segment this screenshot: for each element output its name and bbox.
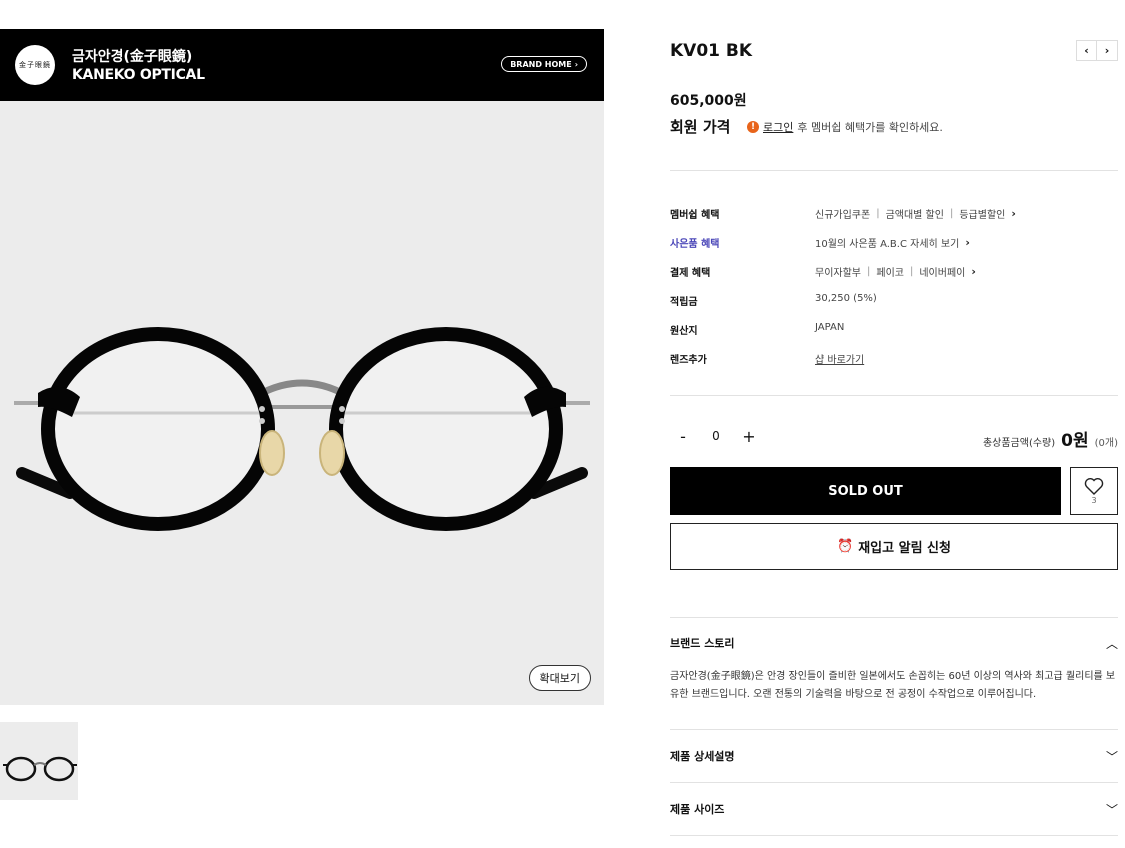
brand-logo[interactable]: 金子眼鏡	[15, 45, 55, 85]
info-item: 등급별할인	[959, 210, 1006, 221]
info-label: 사은품 혜택	[670, 239, 720, 250]
info-row: 결제 혜택 무이자할부 | 페이코 | 네이버페이 ›	[670, 259, 1118, 288]
brand-home-button[interactable]: BRAND HOME ›	[501, 56, 587, 72]
chevron-up-icon: ︿	[1105, 636, 1118, 651]
divider	[670, 170, 1118, 171]
info-value[interactable]: 10월의 사은품 A.B.C 자세히 보기 ›	[815, 235, 970, 250]
info-label: 멤버쉽 혜택	[670, 210, 720, 221]
info-label: 렌즈추가	[670, 355, 707, 366]
glasses-illustration	[14, 327, 590, 531]
product-price: 605,000원	[670, 93, 747, 109]
separator: |	[909, 266, 914, 277]
alarm-clock-icon: ⏰	[837, 539, 854, 554]
info-label: 적립금	[670, 297, 698, 308]
total-amount: 0원	[1061, 431, 1089, 451]
quantity-stepper: - 0 +	[670, 426, 762, 446]
info-item: 네이버페이	[919, 268, 966, 279]
accordion-title: 브랜드 스토리	[670, 637, 735, 650]
login-link[interactable]: 로그인	[763, 119, 793, 135]
divider	[670, 835, 1118, 836]
chevron-right-icon: ›	[971, 265, 976, 278]
zoom-button[interactable]: 확대보기	[528, 665, 591, 691]
separator: |	[876, 208, 880, 219]
info-row: 원산지 JAPAN	[670, 317, 1118, 346]
total-label: 총상품금액(수량)	[982, 438, 1056, 449]
chevron-right-icon: ›	[574, 59, 578, 69]
product-main-image[interactable]: 확대보기	[0, 101, 604, 705]
separator: |	[867, 266, 871, 277]
info-row: 적립금 30,250 (5%)	[670, 288, 1118, 317]
next-product-button[interactable]: ›	[1097, 40, 1118, 61]
wishlist-count: 3	[1091, 496, 1097, 505]
product-nav: ‹ ›	[1076, 40, 1118, 61]
info-item: JAPAN	[815, 322, 845, 333]
member-note-text: 후 멤버쉽 혜택가를 확인하세요.	[797, 121, 943, 134]
info-label: 원산지	[670, 326, 698, 337]
accordion-product-detail[interactable]: 제품 상세설명 ﹀	[670, 743, 1118, 769]
info-item: 신규가입쿠폰	[815, 210, 871, 221]
accordion-brand-story[interactable]: 브랜드 스토리 ︿	[670, 630, 1118, 656]
product-info-table: 멤버쉽 혜택 신규가입쿠폰 | 금액대별 할인 | 등급별할인 › 사은품 혜택 10월의 사은…	[670, 201, 1118, 375]
info-item: 금액대별 할인	[885, 210, 944, 221]
info-value: 30,250 (5%)	[815, 293, 877, 304]
product-title: KV01 BK	[670, 41, 753, 61]
info-row: 사은품 혜택 10월의 사은품 A.B.C 자세히 보기 ›	[670, 230, 1118, 259]
prev-product-button[interactable]: ‹	[1076, 40, 1097, 61]
chevron-left-icon: ‹	[1084, 44, 1089, 57]
sold-out-button[interactable]: SOLD OUT	[670, 467, 1061, 515]
info-value[interactable]: 무이자할부 | 페이코 | 네이버페이 ›	[815, 264, 976, 279]
accordion-title: 제품 사이즈	[670, 803, 725, 816]
chevron-down-icon: ﹀	[1105, 802, 1118, 817]
glasses-thumbnail-illustration	[3, 756, 77, 782]
divider	[670, 782, 1118, 783]
thumbnail-image[interactable]	[0, 722, 78, 800]
brand-name-korean: 금자안경(金子眼鏡)	[72, 49, 193, 65]
member-price-label: 회원 가격	[670, 118, 731, 136]
brand-name-english: KANEKO OPTICAL	[72, 67, 205, 83]
divider	[670, 729, 1118, 730]
brand-header: 金子眼鏡 금자안경(金子眼鏡) KANEKO OPTICAL BRAND HOM…	[0, 29, 604, 101]
qty-minus-button[interactable]: -	[670, 426, 696, 446]
info-row: 렌즈추가 샵 바로가기	[670, 346, 1118, 375]
info-value: JAPAN	[815, 322, 844, 333]
chevron-right-icon: ›	[1011, 207, 1016, 220]
info-value[interactable]: 샵 바로가기	[815, 351, 864, 366]
chevron-down-icon: ﹀	[1105, 749, 1118, 764]
qty-value[interactable]: 0	[696, 429, 736, 443]
info-item: 10월의 사은품 A.B.C 자세히 보기	[815, 239, 960, 250]
total-price: 총상품금액(수량) 0원 (0개)	[983, 426, 1118, 451]
brand-home-label: BRAND HOME	[510, 59, 572, 69]
info-item: 30,250 (5%)	[815, 293, 877, 304]
total-count: (0개)	[1094, 438, 1118, 449]
divider	[670, 617, 1118, 618]
wishlist-button[interactable]: 3	[1070, 467, 1118, 515]
info-label: 결제 혜택	[670, 268, 711, 279]
exclamation-icon: !	[747, 121, 759, 133]
info-row: 멤버쉽 혜택 신규가입쿠폰 | 금액대별 할인 | 등급별할인 ›	[670, 201, 1118, 230]
accordion-title: 제품 상세설명	[670, 750, 735, 763]
info-item: 페이코	[876, 268, 904, 279]
qty-plus-button[interactable]: +	[736, 426, 762, 446]
separator: |	[949, 208, 954, 219]
lens-shop-link[interactable]: 샵 바로가기	[815, 351, 864, 366]
chevron-right-icon: ›	[965, 236, 970, 249]
chevron-right-icon: ›	[1104, 44, 1110, 57]
brand-story-text: 금자안경(金子眼鏡)은 안경 장인들이 즐비한 일본에서도 손꼽히는 60년 이…	[670, 671, 1116, 700]
accordion-product-size[interactable]: 제품 사이즈 ﹀	[670, 796, 1118, 822]
member-price-note: ! 로그인 후 멤버쉽 혜택가를 확인하세요.	[747, 119, 943, 135]
heart-icon	[1084, 478, 1104, 495]
info-item: 무이자할부	[815, 268, 861, 279]
divider	[670, 395, 1118, 396]
restock-label: 재입고 알림 신청	[858, 541, 951, 556]
restock-alert-button[interactable]: ⏰ 재입고 알림 신청	[670, 523, 1118, 570]
info-value[interactable]: 신규가입쿠폰 | 금액대별 할인 | 등급별할인 ›	[815, 206, 1016, 221]
